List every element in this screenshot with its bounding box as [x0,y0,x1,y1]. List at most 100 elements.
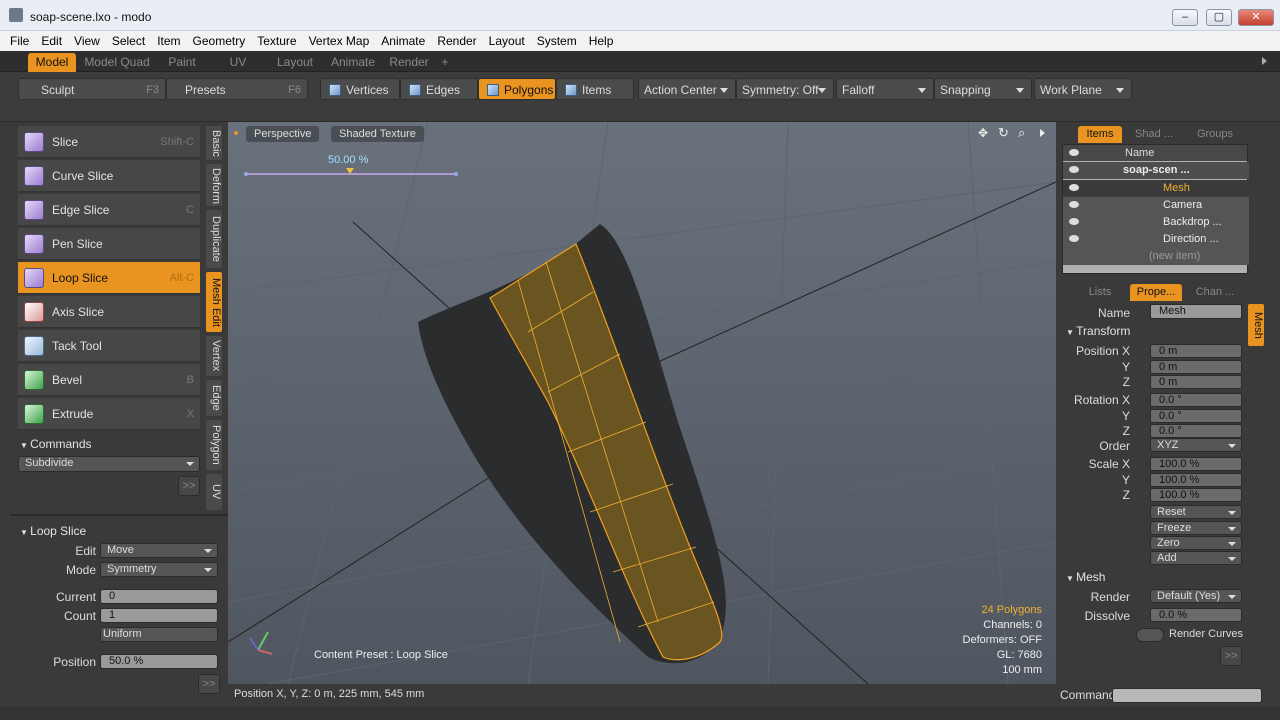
item-row-scene[interactable]: soap-scen ... [1063,162,1249,179]
menu-texture[interactable]: Texture [251,32,302,50]
tool-tack[interactable]: Tack Tool [18,330,200,362]
commands-more-button[interactable]: >> [178,476,200,496]
work-plane-dropdown[interactable]: Work Plane [1034,78,1132,100]
presets-button[interactable]: Presets F6 [166,78,308,100]
vtab-polygon[interactable]: Polygon [206,420,222,470]
freeze-dropdown[interactable]: Freeze [1150,521,1242,535]
reset-dropdown[interactable]: Reset [1150,505,1242,519]
zero-dropdown[interactable]: Zero [1150,536,1242,550]
tab-items[interactable]: Items [1078,126,1122,143]
action-center-dropdown[interactable]: Action Center [638,78,736,100]
commands-header[interactable]: ▼ Commands [20,437,92,451]
tool-slice[interactable]: Slice Shift-C [18,126,200,158]
rotate-view-icon[interactable]: ↻ [998,125,1009,141]
3d-viewport[interactable]: Perspective Shaded Texture ✥ ↻ ⌕ 50.00 %… [228,122,1056,684]
eye-icon[interactable] [1069,166,1079,173]
add-tab-button[interactable]: + [436,53,454,72]
tab-groups[interactable]: Groups [1186,126,1244,143]
tool-axis-slice[interactable]: Axis Slice [18,296,200,328]
menu-edit[interactable]: Edit [35,32,68,50]
zoom-view-icon[interactable]: ⌕ [1018,125,1025,141]
menu-select[interactable]: Select [106,32,151,50]
tool-pen-slice[interactable]: Pen Slice [18,228,200,260]
rotation-z-field[interactable]: 0.0 ° [1150,424,1242,438]
transform-header[interactable]: ▼ Transform [1066,324,1130,338]
vertices-mode-button[interactable]: Vertices [320,78,400,100]
menu-help[interactable]: Help [583,32,620,50]
tool-edge-slice[interactable]: Edge Slice C [18,194,200,226]
item-row-camera[interactable]: Camera [1063,197,1249,214]
add-dropdown[interactable]: Add [1150,551,1242,565]
menu-animate[interactable]: Animate [375,32,431,50]
vtab-basic[interactable]: Basic [206,126,222,160]
vtab-mesh-edit[interactable]: Mesh Edit [206,272,222,332]
viewport-menu-icon[interactable] [1040,129,1045,137]
tab-render[interactable]: Render [385,53,433,72]
tab-model-quad[interactable]: Model Quad [82,53,152,72]
sculpt-button[interactable]: Sculpt F3 [18,78,166,100]
eye-icon[interactable] [1069,201,1079,208]
position-x-field[interactable]: 0 m [1150,344,1242,358]
menu-vertex-map[interactable]: Vertex Map [303,32,376,50]
tab-model[interactable]: Model [28,53,76,72]
position-z-field[interactable]: 0 m [1150,375,1242,389]
menu-render[interactable]: Render [431,32,482,50]
count-field[interactable]: 1 [100,608,218,623]
viewport-options-icon[interactable] [234,131,238,135]
item-row-mesh[interactable]: Mesh [1063,180,1249,197]
render-dropdown[interactable]: Default (Yes) [1150,589,1242,603]
scale-y-field[interactable]: 100.0 % [1150,473,1242,487]
tabs-scroll-right-icon[interactable] [1262,57,1267,65]
snapping-dropdown[interactable]: Snapping [934,78,1032,100]
menu-view[interactable]: View [68,32,106,50]
vtab-uv[interactable]: UV [206,474,222,510]
position-field[interactable]: 50.0 % [100,654,218,669]
vtab-edge[interactable]: Edge [206,380,222,416]
item-row-directional-light[interactable]: Direction ... [1063,231,1249,248]
scale-x-field[interactable]: 100.0 % [1150,457,1242,471]
edges-mode-button[interactable]: Edges [400,78,478,100]
items-mode-button[interactable]: Items [556,78,634,100]
eye-icon[interactable] [1069,218,1079,225]
tool-bevel[interactable]: Bevel B [18,364,200,396]
menu-geometry[interactable]: Geometry [187,32,252,50]
edit-dropdown[interactable]: Move [100,543,218,558]
minimize-button[interactable]: – [1172,9,1198,26]
name-column-header[interactable]: Name [1125,147,1154,159]
slider-handle[interactable] [346,168,354,174]
polygons-mode-button[interactable]: Polygons [478,78,556,100]
view-type-button[interactable]: Perspective [246,126,320,142]
command-input[interactable] [1112,688,1262,703]
properties-more-button[interactable]: >> [1220,646,1242,666]
slider-start-handle[interactable] [244,172,248,176]
close-button[interactable]: ✕ [1238,9,1274,26]
move-view-icon[interactable]: ✥ [978,126,988,140]
tab-lists[interactable]: Lists [1078,284,1122,301]
tab-properties[interactable]: Prope... [1130,284,1182,301]
tab-shader-tree[interactable]: Shad ... [1128,126,1180,143]
maximize-button[interactable]: ▢ [1206,9,1232,26]
order-dropdown[interactable]: XYZ [1150,438,1242,452]
tool-extrude[interactable]: Extrude X [18,398,200,430]
tab-paint[interactable]: Paint [158,53,206,72]
tab-channels[interactable]: Chan ... [1186,284,1244,301]
item-row-backdrop[interactable]: Backdrop ... [1063,214,1249,231]
symmetry-dropdown[interactable]: Symmetry: Off [736,78,834,100]
shading-mode-button[interactable]: Shaded Texture [331,126,424,142]
vtab-deform[interactable]: Deform [206,164,222,206]
new-item-row[interactable]: (new item) [1063,248,1249,265]
tab-uv[interactable]: UV [214,53,262,72]
eye-icon[interactable] [1069,235,1079,242]
menu-system[interactable]: System [531,32,583,50]
loop-slice-more-button[interactable]: >> [198,674,220,694]
render-curves-toggle[interactable] [1136,628,1164,642]
eye-icon[interactable] [1069,184,1079,191]
uniform-toggle[interactable]: Uniform [100,627,218,642]
menu-item[interactable]: Item [151,32,186,50]
item-name-field[interactable]: Mesh [1150,304,1242,319]
mesh-section-header[interactable]: ▼ Mesh [1066,570,1105,584]
rotation-y-field[interactable]: 0.0 ° [1150,409,1242,423]
current-field[interactable]: 0 [100,589,218,604]
tool-loop-slice[interactable]: Loop Slice Alt-C [18,262,200,294]
commands-dropdown[interactable]: Subdivide [18,456,200,472]
